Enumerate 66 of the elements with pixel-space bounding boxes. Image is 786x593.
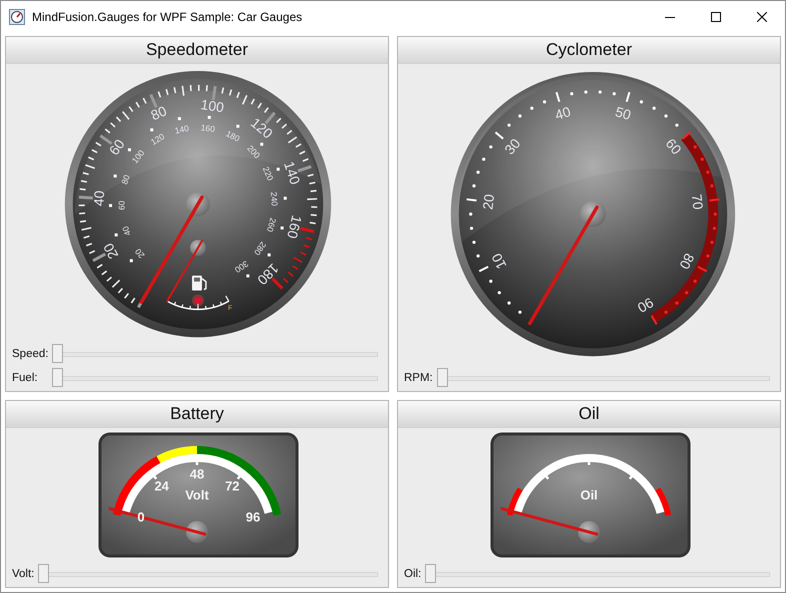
- needle-pivot: [190, 240, 206, 256]
- maximize-icon: [711, 12, 721, 22]
- scale-label: 300: [233, 258, 250, 275]
- scale-label: 160: [284, 214, 306, 240]
- scale-label: 80: [119, 173, 132, 186]
- needle-pivot: [578, 521, 600, 543]
- scale-label: 30: [501, 135, 524, 158]
- scale-label: 100: [200, 96, 226, 116]
- slider-thumb[interactable]: [436, 368, 448, 387]
- scale-label: 50: [613, 103, 633, 123]
- scale-label: 48: [190, 466, 204, 482]
- scale-label: 240: [268, 191, 280, 206]
- scale-label: 70: [688, 193, 706, 210]
- scale-label: 0: [137, 510, 145, 524]
- panel-title: Cyclometer: [546, 40, 632, 60]
- slider-thumb[interactable]: [425, 564, 436, 583]
- warning-light-icon: [192, 294, 204, 306]
- scale-label: 90: [634, 294, 656, 316]
- scale-label: 120: [148, 131, 166, 147]
- scale-label: 60: [106, 136, 128, 158]
- scale-label: 140: [281, 159, 304, 186]
- slider-thumb[interactable]: [52, 344, 64, 363]
- scale-label: 60: [116, 200, 127, 210]
- slider-label: Fuel:: [12, 372, 39, 384]
- needle-pivot: [580, 201, 606, 227]
- slider-thumb[interactable]: [52, 368, 64, 387]
- needle-pivot: [186, 521, 208, 543]
- slider-label: Oil:: [404, 568, 422, 580]
- scale-label: 20: [132, 246, 146, 260]
- scale-label: 20: [100, 240, 122, 262]
- scale-label: 280: [252, 240, 268, 257]
- scale-label: 160: [200, 122, 216, 134]
- fuel-scale: [166, 296, 230, 310]
- scale-label: 180: [254, 260, 282, 288]
- scale-label: 40: [553, 103, 572, 123]
- panel-title: Oil: [578, 404, 600, 424]
- close-icon: [757, 12, 767, 22]
- scale-label: 100: [130, 148, 146, 166]
- needle-pivot: [186, 192, 210, 216]
- scale-label: 72: [225, 478, 240, 494]
- scale-label: 220: [260, 164, 276, 182]
- scale-label: 200: [245, 143, 262, 160]
- scale-label: 60: [662, 135, 685, 158]
- scale-label: 260: [264, 216, 278, 233]
- slider-thumb[interactable]: [38, 564, 50, 583]
- window-title: MindFusion.Gauges for WPF Sample: Car Gauges: [32, 10, 304, 24]
- scale-label: 20: [479, 193, 498, 210]
- unit-label: Oil: [580, 488, 598, 502]
- scale-label: 180: [224, 128, 242, 144]
- scale-label: 120: [248, 114, 276, 142]
- scale-label: 24: [154, 478, 169, 494]
- scale-label: 40: [90, 190, 108, 206]
- fuel-pump-icon: [192, 275, 207, 290]
- slider-label: RPM:: [404, 372, 433, 384]
- panel-title: Speedometer: [146, 40, 248, 60]
- scale-label: 80: [148, 102, 169, 124]
- gauge-icon: [9, 8, 25, 24]
- scale-label: 10: [488, 250, 510, 272]
- unit-label: Volt: [185, 488, 209, 502]
- scale-label: 40: [120, 224, 133, 238]
- slider-label: Speed:: [12, 348, 48, 360]
- panel-title: Battery: [170, 404, 224, 424]
- scale-label: 140: [174, 122, 190, 136]
- scale-label: 96: [246, 510, 260, 524]
- scale-label: 80: [676, 250, 698, 272]
- slider-label: Volt:: [12, 568, 34, 580]
